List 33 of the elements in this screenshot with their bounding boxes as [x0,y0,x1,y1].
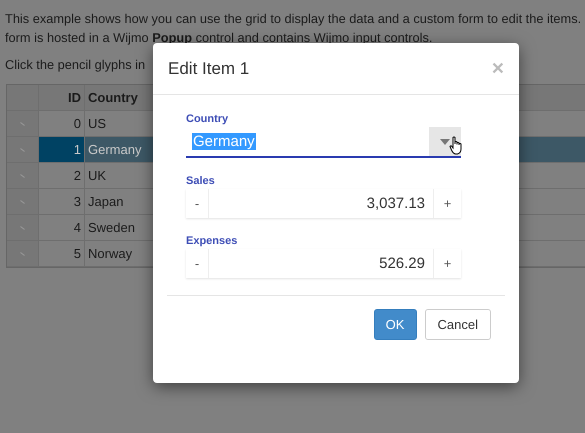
table-cell: 1 [39,137,85,162]
instruction-text: Click the pencil glyphs in [5,56,146,74]
number-input[interactable]: - 3,037.13 + [186,189,461,218]
table-cell: 4 [39,215,85,240]
ok-button[interactable]: OK [374,309,417,340]
increment-button[interactable]: + [433,189,461,218]
table-cell: 2 [39,163,85,188]
table-cell: 5 [39,241,85,266]
decrement-button[interactable]: - [186,249,209,278]
pencil-icon[interactable] [20,174,25,178]
hand-cursor-icon [449,136,463,155]
field-label: Country [186,113,230,125]
pencil-icon[interactable] [20,226,25,230]
number-value: 526.29 [378,255,426,272]
combo-value: Germany [192,133,256,150]
increment-button[interactable]: + [433,249,461,278]
number-value: 3,037.13 [366,195,426,212]
cancel-button[interactable]: Cancel [424,309,491,340]
pencil-icon[interactable] [20,122,25,126]
pencil-icon[interactable] [20,148,25,152]
table-cell: 3 [39,189,85,214]
caret-icon [440,138,450,144]
pencil-icon[interactable] [20,200,25,204]
intro-text: form is hosted in a Wijmo Popup control and contains Wijmo input controls. [5,29,432,47]
table-cell: 0 [39,111,85,136]
decrement-button[interactable]: - [186,189,209,218]
column-header[interactable]: ID [39,85,85,110]
field-label: Expenses [186,235,238,247]
pencil-icon[interactable] [20,252,25,256]
dialog-title: Edit Item 1 [168,58,250,78]
field-label: Sales [186,175,216,187]
number-input[interactable]: - 526.29 + [186,249,461,278]
intro-text: This example shows how you can use the grid to display the data and a custom form to edit the items. [5,10,582,28]
